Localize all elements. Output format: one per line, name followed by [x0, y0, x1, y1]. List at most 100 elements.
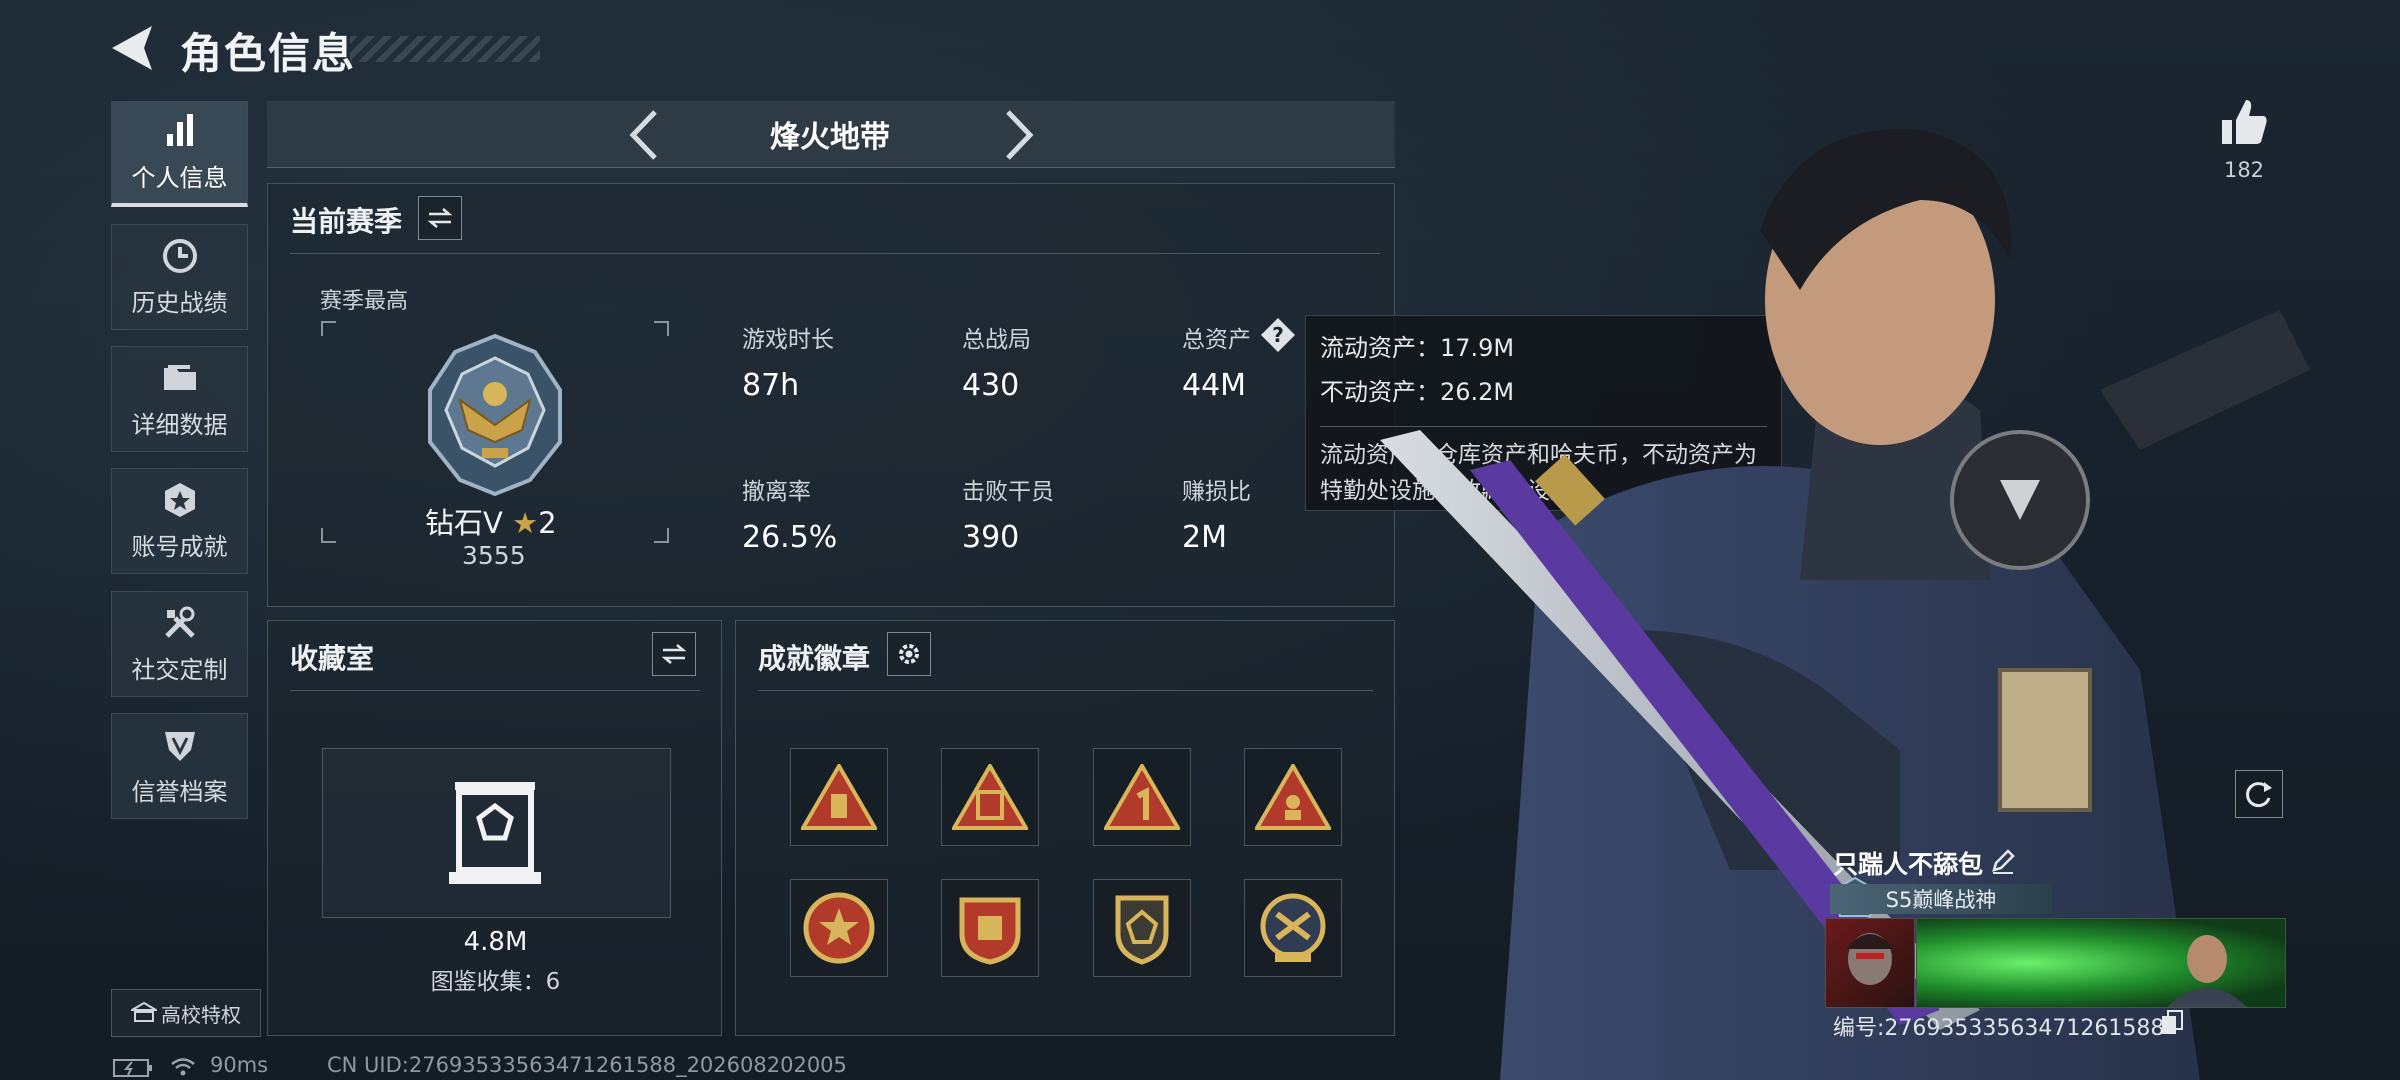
chevron-right-icon[interactable]	[998, 108, 1038, 162]
round-badge-icon	[803, 892, 875, 964]
achievement-badge[interactable]	[1093, 879, 1191, 977]
collection-title: 收藏室	[290, 642, 375, 675]
gear-icon	[899, 644, 919, 664]
achievement-badge[interactable]	[941, 748, 1039, 846]
shield-badge-icon	[164, 731, 195, 761]
title-decoration	[350, 36, 540, 62]
sidebar-item-detailed-data[interactable]: 详细数据	[111, 346, 248, 452]
swap-icon	[427, 208, 453, 228]
achievement-badge[interactable]	[790, 748, 888, 846]
star-icon: ★	[512, 506, 539, 540]
cn-uid: CN UID:2769353356347126158​8_20260820200…	[327, 1053, 847, 1077]
ping: 90ms	[210, 1053, 269, 1077]
season-switch-button[interactable]	[418, 196, 462, 240]
clock-icon	[162, 238, 197, 273]
stat-value: 87h	[742, 368, 800, 403]
stat-label: 总资产	[1182, 327, 1251, 353]
sidebar-item-label: 历史战绩	[131, 288, 228, 317]
player-uid: 编号:27693533563471261588	[1833, 1016, 2165, 1041]
bar-chart-icon	[166, 114, 193, 146]
stat-total-matches: 总战局 430	[962, 320, 1031, 403]
sidebar-item-social-custom[interactable]: 社交定制	[111, 591, 248, 697]
stat-label: 总战局	[962, 327, 1031, 353]
collection-catalog: 图鉴收集：6	[430, 969, 561, 995]
stat-profit-ratio: 赚损比 2M	[1182, 472, 1251, 555]
achievement-badge[interactable]	[1093, 748, 1191, 846]
edit-icon[interactable]	[1990, 848, 2016, 874]
achievement-badge[interactable]	[1244, 748, 1342, 846]
copy-icon[interactable]	[2160, 1010, 2184, 1036]
triangle-badge-icon	[952, 764, 1028, 830]
diamond-rank-emblem	[428, 333, 562, 497]
stat-value: 26.5%	[742, 520, 838, 555]
divider	[290, 690, 700, 691]
collection-value: 4.8M	[463, 927, 528, 957]
stat-value: 44M	[1182, 368, 1247, 403]
sidebar-item-label: 账号成就	[131, 532, 228, 561]
season-title: 当前赛季	[290, 205, 403, 238]
refresh-icon	[2246, 782, 2272, 808]
sidebar-item-label: 详细数据	[131, 410, 228, 439]
svg-text:?: ?	[1272, 323, 1284, 347]
shield-badge-icon	[959, 897, 1021, 965]
achievements-title: 成就徽章	[758, 642, 871, 675]
triangle-badge-icon	[801, 764, 877, 830]
stat-kills: 击败干员 390	[962, 472, 1054, 555]
sidebar-item-label: 社交定制	[131, 655, 228, 684]
stat-label: 赚损比	[1182, 479, 1251, 505]
campus-label: 高校特权	[161, 1002, 241, 1027]
mode-name: 烽火地带	[770, 120, 890, 155]
rank-stars: 2	[538, 506, 557, 540]
divider	[290, 253, 1380, 254]
swap-icon	[661, 644, 687, 664]
campus-privilege-button[interactable]: 高校特权	[111, 989, 261, 1037]
sidebar-item-label: 个人信息	[131, 164, 228, 192]
rank-name: 钻石V	[425, 506, 503, 540]
stat-play-time: 游戏时长 87h	[742, 320, 834, 403]
sidebar-item-account-achievements[interactable]: 账号成就	[111, 468, 248, 574]
school-icon	[131, 1002, 157, 1022]
help-icon[interactable]: ?	[1260, 317, 1296, 353]
thumbs-up-icon[interactable]	[2218, 96, 2270, 148]
card-avatar-frame[interactable]	[1825, 918, 1915, 1008]
stat-label: 游戏时长	[742, 327, 834, 353]
refresh-button[interactable]	[2235, 770, 2283, 818]
achievement-badge[interactable]	[1244, 879, 1342, 977]
sidebar-item-personal-info[interactable]: 个人信息	[111, 101, 248, 207]
stat-label: 撤离率	[742, 479, 811, 505]
banner-character-image	[2167, 935, 2247, 1007]
like-count: 182	[2223, 158, 2265, 182]
rank-score: 3555	[462, 541, 526, 570]
stat-value: 2M	[1182, 520, 1227, 555]
sidebar-item-label: 信誉档案	[131, 777, 228, 806]
triangle-badge-icon	[1255, 764, 1331, 830]
round-badge-icon	[1260, 893, 1326, 962]
collection-switch-button[interactable]	[652, 632, 696, 676]
stat-value: 390	[962, 520, 1020, 555]
battery-icon	[113, 1059, 152, 1077]
triangle-badge-icon	[1104, 764, 1180, 830]
wifi-icon	[171, 1058, 195, 1076]
card-banner[interactable]	[1916, 918, 2286, 1008]
medal-icon	[164, 482, 195, 517]
chevron-left-icon[interactable]	[625, 108, 665, 162]
rank-name-row: 钻石V ★2	[425, 500, 557, 542]
sidebar-item-history[interactable]: 历史战绩	[111, 224, 248, 330]
display-case-icon	[449, 782, 541, 884]
stat-extract-rate: 撤离率 26.5%	[742, 472, 837, 555]
achievement-badge[interactable]	[790, 879, 888, 977]
shield-badge-icon	[1115, 895, 1169, 965]
season-best-label: 赛季最高	[320, 289, 409, 314]
achievements-settings-button[interactable]	[887, 632, 931, 676]
achievement-badge[interactable]	[941, 879, 1039, 977]
avatar-icon	[1846, 933, 1894, 985]
back-arrow-icon[interactable]	[108, 22, 158, 74]
divider	[758, 690, 1373, 691]
stat-value: 430	[962, 368, 1020, 403]
sidebar-item-credit-record[interactable]: 信誉档案	[111, 713, 248, 819]
tools-icon	[164, 606, 195, 638]
stat-total-assets: 总资产 44M	[1182, 320, 1251, 403]
folder-icon	[163, 364, 196, 390]
page-title: 角色信息	[180, 29, 357, 78]
stat-label: 击败干员	[962, 479, 1054, 505]
